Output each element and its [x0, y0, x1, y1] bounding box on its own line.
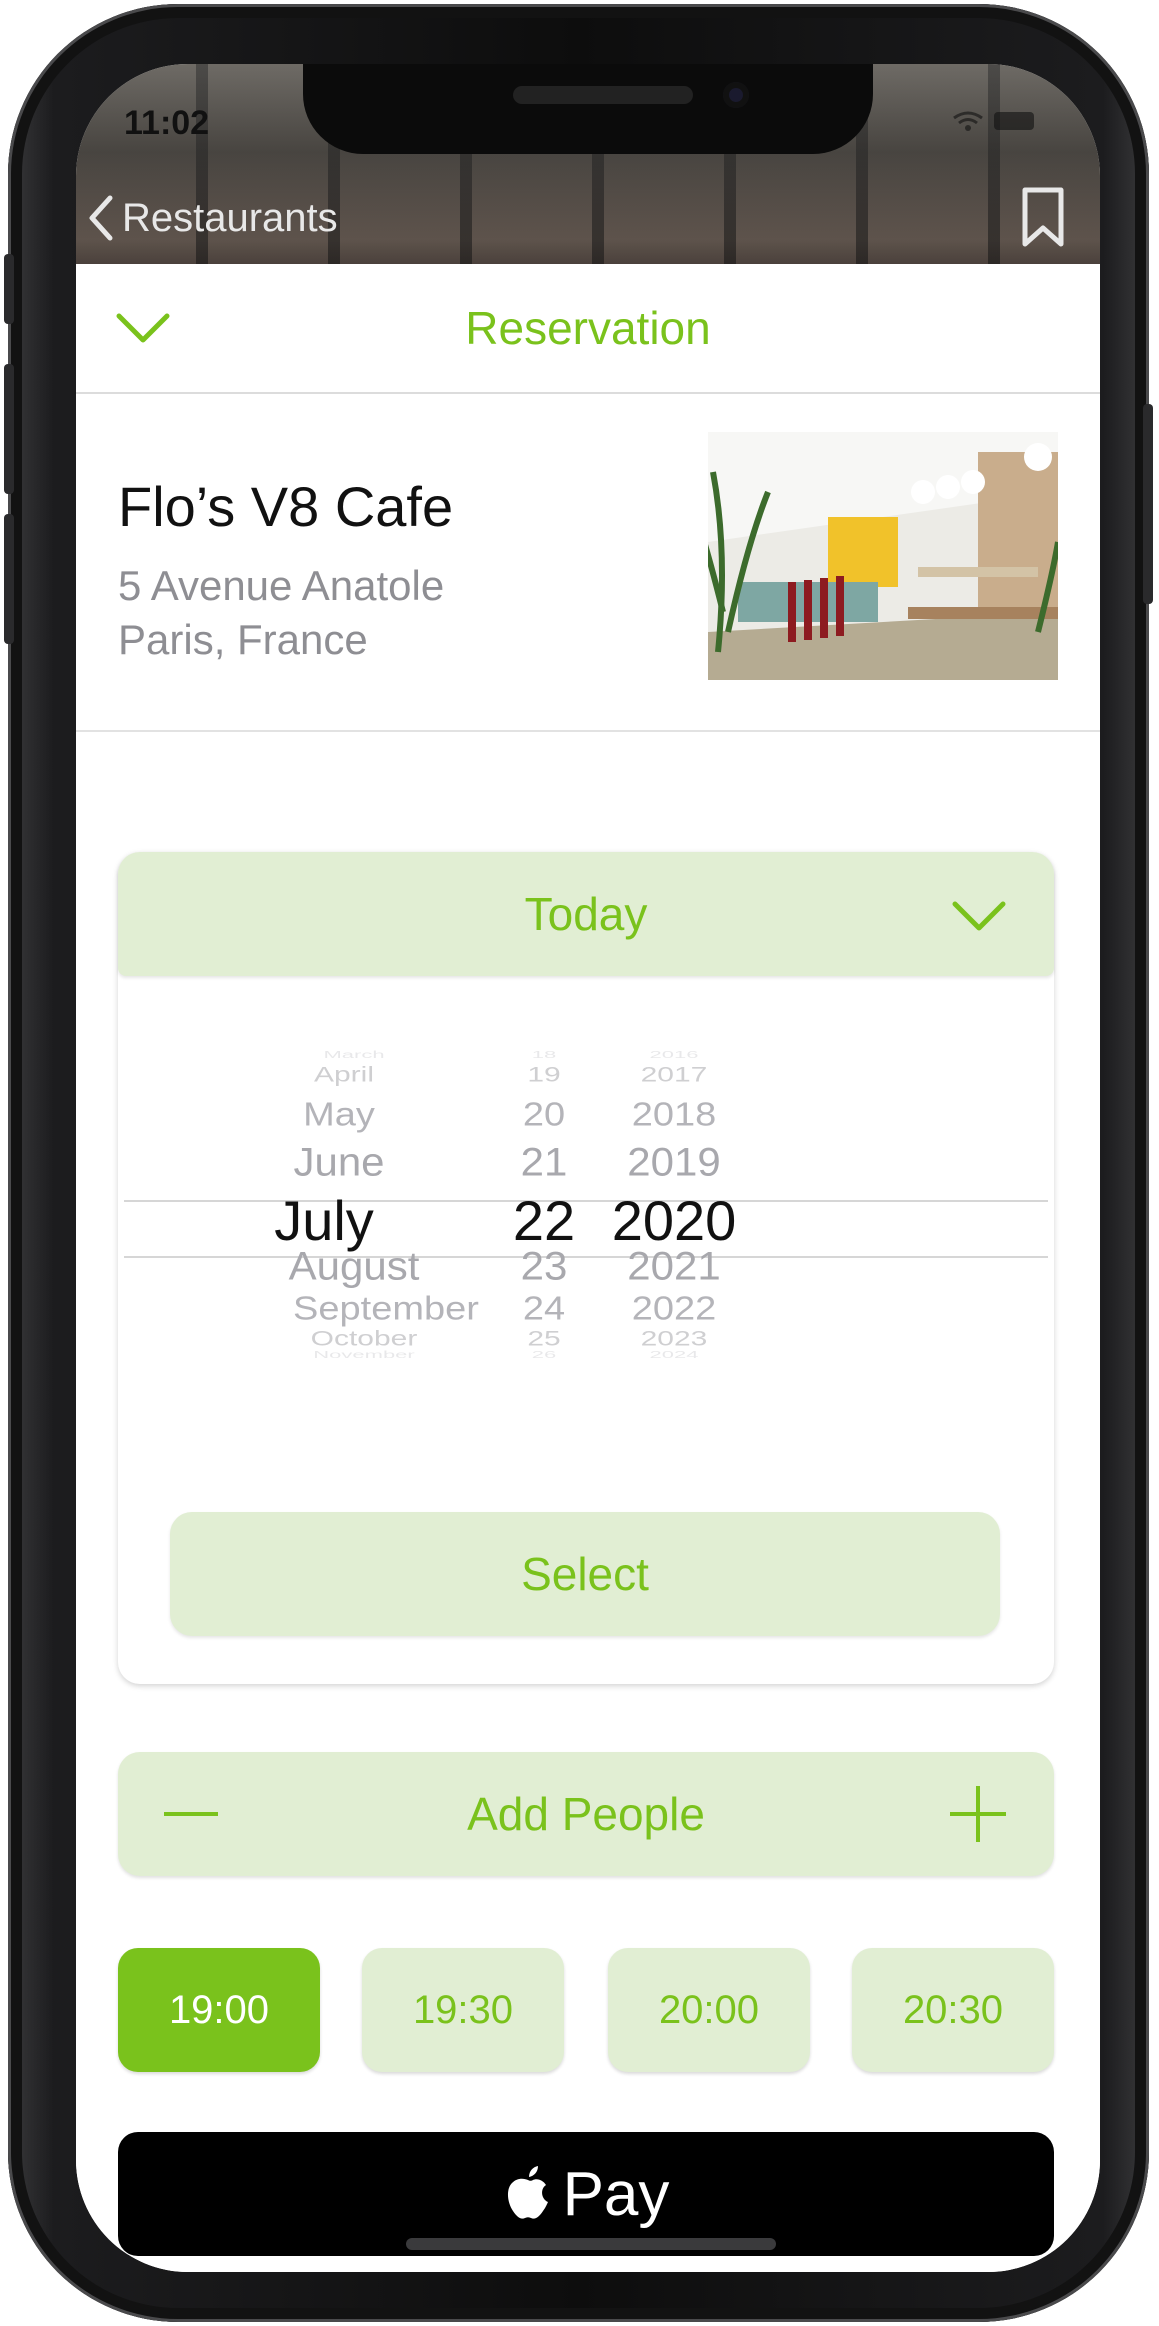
phone-frame: 11:02 Restaurants Reservation Flo’s V8 C…	[4, 4, 1153, 2322]
time-slot-2030[interactable]: 20:30	[852, 1948, 1054, 2072]
picker-selection-top	[124, 1200, 1048, 1202]
date-wheel-picker[interactable]: March April May June July August September Octo…	[124, 1020, 1048, 1360]
restaurant-address-line1: 5 Avenue Anatole	[118, 562, 445, 609]
status-icons	[950, 108, 1040, 139]
time-slot-1930[interactable]: 19:30	[362, 1948, 564, 2072]
day-option[interactable]: 20	[523, 1097, 565, 1135]
month-option[interactable]: October	[311, 1327, 418, 1351]
month-option[interactable]: June	[293, 1139, 384, 1185]
time-slot-2000[interactable]: 20:00	[608, 1948, 810, 2072]
sheet-header: Reservation	[76, 264, 1100, 394]
screen: 11:02 Restaurants Reservation Flo’s V8 C…	[76, 64, 1100, 2272]
month-option[interactable]: March	[323, 1049, 384, 1061]
day-option[interactable]: 24	[523, 1291, 565, 1329]
chevron-down-icon	[952, 901, 1006, 931]
chevron-left-icon	[89, 195, 113, 241]
day-option[interactable]: 21	[521, 1139, 568, 1185]
mute-switch	[4, 254, 14, 324]
month-option[interactable]: April	[314, 1063, 374, 1087]
status-time: 11:02	[124, 104, 210, 142]
back-button[interactable]: Restaurants	[86, 194, 338, 242]
power-button	[1143, 404, 1153, 604]
date-card: Today March April May June July August Septemb…	[118, 852, 1054, 1684]
pay-label: Pay	[562, 2159, 670, 2229]
volume-down-button	[4, 514, 14, 644]
year-option[interactable]: 2018	[632, 1097, 717, 1135]
month-option[interactable]: May	[303, 1097, 375, 1135]
year-option[interactable]: 2019	[627, 1139, 720, 1185]
reservation-sheet: Reservation Flo’s V8 Cafe 5 Avenue Anato…	[76, 264, 1100, 2272]
restaurant-name: Flo’s V8 Cafe	[118, 475, 454, 538]
minus-icon[interactable]	[164, 1812, 218, 1816]
year-option[interactable]: 2016	[650, 1049, 699, 1061]
volume-up-button	[4, 364, 14, 494]
add-people-control: Add People	[118, 1752, 1054, 1876]
month-option[interactable]: August	[289, 1243, 420, 1289]
year-option[interactable]: 2017	[641, 1063, 708, 1087]
year-option[interactable]: 2023	[641, 1327, 708, 1351]
date-title: Today	[524, 888, 648, 940]
plus-icon[interactable]	[950, 1786, 1006, 1842]
restaurant-address-line2: Paris, France	[118, 616, 368, 663]
restaurant-info: Flo’s V8 Cafe 5 Avenue Anatole Paris, Fr…	[76, 394, 1100, 732]
back-label: Restaurants	[122, 195, 338, 240]
apple-logo-icon	[507, 2166, 548, 2219]
add-people-label: Add People	[467, 1788, 705, 1840]
restaurant-interior-image	[708, 432, 1058, 680]
chevron-down-icon[interactable]	[114, 302, 172, 350]
day-option[interactable]: 19	[527, 1063, 560, 1087]
earpiece-speaker	[513, 86, 693, 104]
month-option[interactable]: September	[293, 1291, 479, 1329]
year-option[interactable]: 2021	[627, 1243, 720, 1289]
date-header[interactable]: Today	[118, 852, 1054, 976]
notch	[303, 64, 873, 154]
restaurant-photo	[708, 432, 1058, 680]
day-option[interactable]: 26	[532, 1349, 556, 1361]
select-button[interactable]: Select	[170, 1512, 1000, 1636]
time-slot-1900[interactable]: 19:00	[118, 1948, 320, 2072]
day-option[interactable]: 23	[521, 1243, 568, 1289]
year-option[interactable]: 2022	[632, 1291, 717, 1329]
bookmark-icon[interactable]	[1020, 186, 1066, 248]
front-camera	[723, 82, 749, 108]
picker-selection-bottom	[124, 1256, 1048, 1258]
sheet-title: Reservation	[465, 302, 711, 354]
month-option[interactable]: November	[313, 1349, 414, 1361]
wifi-battery-icon	[953, 111, 1034, 131]
day-option[interactable]: 25	[527, 1327, 560, 1351]
day-option[interactable]: 18	[532, 1049, 556, 1061]
home-indicator	[406, 2238, 776, 2250]
year-option[interactable]: 2024	[650, 1349, 699, 1361]
